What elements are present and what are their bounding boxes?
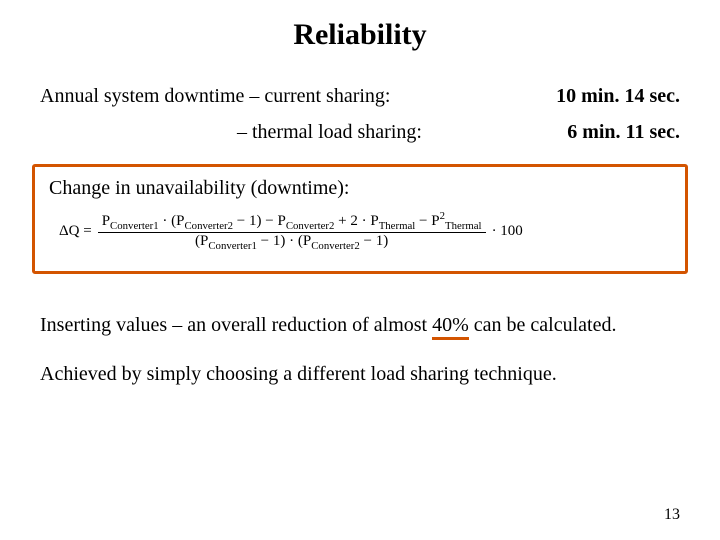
- paragraph-conclusion: Achieved by simply choosing a different …: [40, 361, 680, 388]
- page-number: 13: [664, 506, 680, 524]
- row-value: 6 min. 11 sec.: [547, 116, 680, 148]
- callout-heading: Change in unavailability (downtime):: [49, 177, 671, 200]
- row-label: – thermal load sharing:: [40, 116, 547, 148]
- eq-tail: · 100: [492, 223, 523, 240]
- page-title: Reliability: [40, 18, 680, 52]
- highlight-40pct: 40%: [432, 314, 469, 340]
- eq-lhs: ΔQ =: [59, 223, 92, 240]
- downtime-row-thermal: – thermal load sharing: 6 min. 11 sec.: [40, 116, 680, 148]
- slide: Reliability Annual system downtime – cur…: [0, 0, 720, 540]
- para1-a: Inserting values – an overall reduction …: [40, 314, 432, 336]
- formula-callout: Change in unavailability (downtime): ΔQ …: [32, 164, 688, 274]
- para1-b: can be calculated.: [469, 314, 617, 336]
- downtime-row-current: Annual system downtime – current sharing…: [40, 80, 680, 112]
- eq-fraction: PConverter1 · (PConverter2 − 1) − PConve…: [98, 210, 486, 253]
- eq-denominator: (PConverter1 − 1) · (PConverter2 − 1): [191, 233, 392, 252]
- eq-numerator: PConverter1 · (PConverter2 − 1) − PConve…: [98, 210, 486, 232]
- paragraph-result: Inserting values – an overall reduction …: [40, 312, 680, 339]
- row-label: Annual system downtime – current sharing…: [40, 80, 536, 112]
- equation: ΔQ = PConverter1 · (PConverter2 − 1) − P…: [49, 210, 671, 253]
- row-value: 10 min. 14 sec.: [536, 80, 680, 112]
